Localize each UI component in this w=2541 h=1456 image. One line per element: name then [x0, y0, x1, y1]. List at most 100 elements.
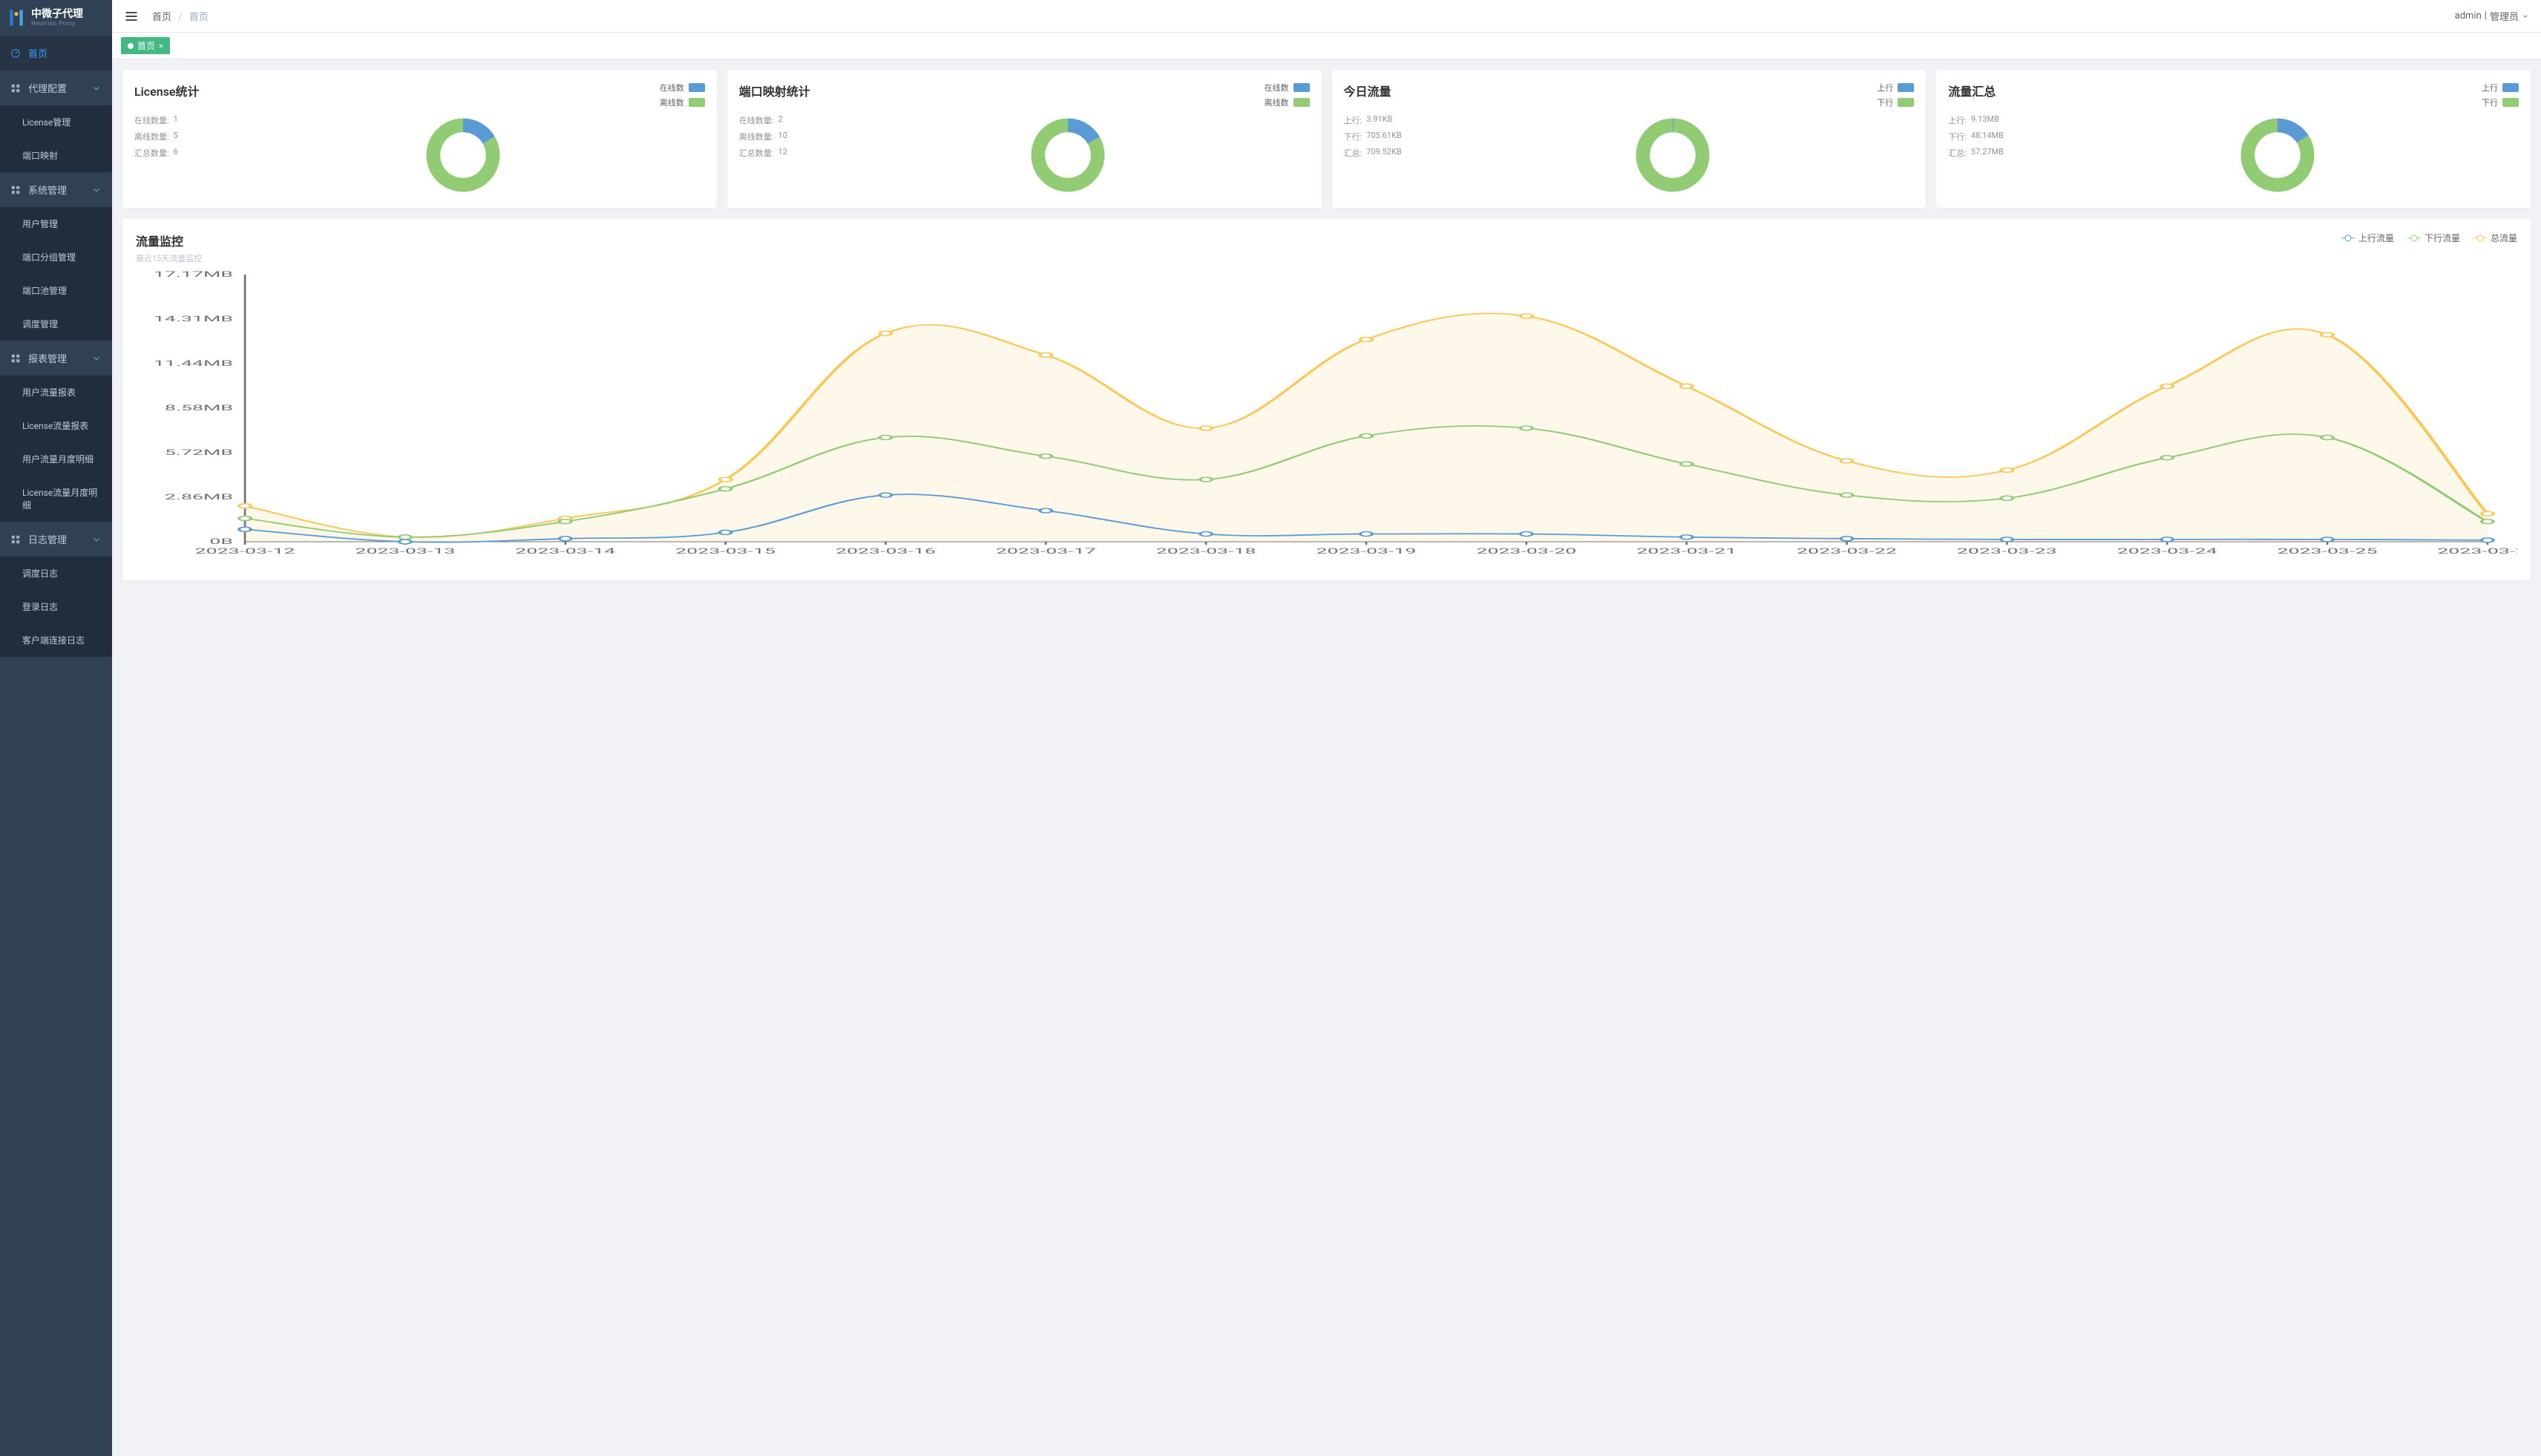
sidebar-item-sched-mgmt[interactable]: 调度管理: [0, 307, 112, 341]
grid-icon: [10, 83, 21, 94]
swatch-green: [689, 98, 705, 107]
legend-offline: 离线数: [1265, 96, 1310, 108]
swatch-green: [1898, 98, 1914, 107]
legend-down: 下行: [1877, 96, 1914, 108]
svg-text:2023-03-22: 2023-03-22: [1797, 547, 1897, 556]
sidebar-item-sched-log[interactable]: 调度日志: [0, 557, 112, 590]
svg-text:2023-03-24: 2023-03-24: [2117, 547, 2217, 556]
sidebar-item-report-mgmt[interactable]: 报表管理: [0, 341, 112, 376]
sidebar-item-system-mgmt[interactable]: 系统管理: [0, 172, 112, 207]
svg-text:2023-03-16: 2023-03-16: [836, 547, 936, 556]
caret-down-icon: [2522, 13, 2529, 20]
legend-down-flow[interactable]: 下行流量: [2407, 232, 2460, 244]
card-total-flow: 流量汇总 上行 下行 上行:9.13MB 下行:48.14MB 汇总:57.27…: [1936, 70, 2531, 208]
sidebar-item-port-group[interactable]: 端口分组管理: [0, 240, 112, 274]
svg-text:2023-03-21: 2023-03-21: [1636, 547, 1737, 556]
flow-chart-legend: 上行流量 下行流量 总流量: [2341, 232, 2517, 244]
tabs-bar: 首页 ×: [112, 33, 2541, 59]
topbar: 首页 / 首页 admin | 管理员: [112, 0, 2541, 33]
svg-text:0B: 0B: [209, 537, 233, 546]
svg-text:2023-03-20: 2023-03-20: [1476, 547, 1576, 556]
sidebar-item-user-flow-month[interactable]: 用户流量月度明细: [0, 442, 112, 476]
sidebar: 中微子代理 Neutrino Proxy 首页 代理配置 License管理 端…: [0, 0, 112, 1456]
sidebar-item-login-log[interactable]: 登录日志: [0, 590, 112, 623]
card-title: 端口映射统计: [739, 82, 810, 99]
grid-icon: [10, 534, 21, 545]
tab-label: 首页: [137, 39, 155, 52]
brand-name: 中微子代理: [31, 9, 83, 20]
donut-chart-today: [1632, 114, 1714, 196]
sidebar-item-home[interactable]: 首页: [0, 36, 112, 70]
sidebar-item-license-mgmt[interactable]: License管理: [0, 105, 112, 139]
flow-chart-title: 流量监控: [136, 232, 202, 249]
sidebar-item-proxy-config[interactable]: 代理配置: [0, 70, 112, 105]
tab-active-dot: [128, 43, 134, 49]
sidebar-item-license-flow-month[interactable]: License流量月度明细: [0, 476, 112, 522]
sidebar-label-home: 首页: [28, 46, 47, 60]
sidebar-item-user-flow-report[interactable]: 用户流量报表: [0, 376, 112, 409]
user-menu[interactable]: admin | 管理员: [2455, 9, 2529, 23]
grid-icon: [10, 185, 21, 195]
brand-sub: Neutrino Proxy: [31, 20, 83, 27]
chevron-down-icon: [91, 353, 102, 364]
svg-text:2023-03-18: 2023-03-18: [1156, 547, 1256, 556]
legend-offline: 离线数: [660, 96, 705, 108]
sidebar-item-log-mgmt[interactable]: 日志管理: [0, 522, 112, 557]
flow-line-chart: 0B 2.86MB 5.72MB 8.58MB 11.44MB 14.31MB 17.17M…: [136, 267, 2517, 564]
legend-down: 下行: [2482, 96, 2519, 108]
sidebar-label-system: 系统管理: [28, 183, 67, 197]
svg-text:17.17MB: 17.17MB: [154, 270, 233, 279]
swatch-blue: [2502, 83, 2519, 92]
svg-text:5.72MB: 5.72MB: [165, 448, 233, 457]
user-name: admin: [2455, 10, 2482, 22]
svg-text:2023-03-17: 2023-03-17: [996, 547, 1096, 556]
legend-up: 上行: [1877, 82, 1914, 94]
breadcrumb-root[interactable]: 首页: [152, 12, 171, 23]
tab-home[interactable]: 首页 ×: [121, 37, 170, 54]
swatch-blue: [689, 83, 705, 92]
card-port-stats: 端口映射统计 在线数 离线数 在线数量:2 离线数量:10 汇总数量:12: [727, 70, 1322, 208]
swatch-blue: [1898, 83, 1914, 92]
svg-text:11.44MB: 11.44MB: [154, 359, 233, 368]
svg-text:2023-03-13: 2023-03-13: [355, 547, 455, 556]
svg-text:2023-03-23: 2023-03-23: [1957, 547, 2057, 556]
chevron-down-icon: [91, 534, 102, 545]
card-title: 流量汇总: [1948, 82, 1996, 99]
legend-up-flow[interactable]: 上行流量: [2341, 232, 2394, 244]
sidebar-item-license-flow-report[interactable]: License流量报表: [0, 409, 112, 442]
dashboard-icon: [10, 48, 21, 59]
card-title: 今日流量: [1344, 82, 1391, 99]
svg-text:2023-03-19: 2023-03-19: [1317, 547, 1417, 556]
svg-text:2023-03-15: 2023-03-15: [675, 547, 776, 556]
card-today-flow: 今日流量 上行 下行 上行:3.91KB 下行:705.61KB 汇总:709.…: [1332, 70, 1927, 208]
sidebar-item-client-conn-log[interactable]: 客户端连接日志: [0, 623, 112, 657]
close-icon[interactable]: ×: [159, 41, 163, 51]
svg-text:2.86MB: 2.86MB: [165, 493, 233, 502]
hamburger-icon[interactable]: [124, 9, 139, 24]
legend-online: 在线数: [660, 82, 705, 94]
user-role: 管理员: [2490, 9, 2519, 23]
card-title: License统计: [134, 82, 200, 99]
swatch-green: [1294, 98, 1310, 107]
svg-text:2023-03-25: 2023-03-25: [2278, 547, 2378, 556]
swatch-green: [2502, 98, 2519, 107]
breadcrumb: 首页 / 首页: [152, 9, 209, 23]
sidebar-item-user-mgmt[interactable]: 用户管理: [0, 207, 112, 240]
content-area: License统计 在线数 离线数 在线数量:1 离线数量:5 汇总数量:6: [112, 59, 2541, 1456]
donut-chart-port: [1027, 114, 1109, 196]
legend-total-flow[interactable]: 总流量: [2473, 232, 2517, 244]
sidebar-item-port-pool[interactable]: 端口池管理: [0, 274, 112, 307]
sidebar-label-proxy: 代理配置: [28, 81, 67, 95]
brand-logo: 中微子代理 Neutrino Proxy: [0, 0, 112, 36]
legend-up: 上行: [2482, 82, 2519, 94]
chevron-down-icon: [91, 185, 102, 195]
svg-text:14.31MB: 14.31MB: [154, 315, 233, 324]
sidebar-item-port-mapping[interactable]: 端口映射: [0, 139, 112, 172]
grid-icon: [10, 353, 21, 364]
breadcrumb-sep: /: [178, 12, 182, 23]
svg-text:2023-03-12: 2023-03-12: [195, 547, 295, 556]
svg-text:2023-03-14: 2023-03-14: [515, 547, 615, 556]
svg-text:8.58MB: 8.58MB: [165, 404, 233, 413]
breadcrumb-current: 首页: [189, 12, 209, 23]
svg-text:2023-03-26: 2023-03-26: [2437, 547, 2517, 556]
